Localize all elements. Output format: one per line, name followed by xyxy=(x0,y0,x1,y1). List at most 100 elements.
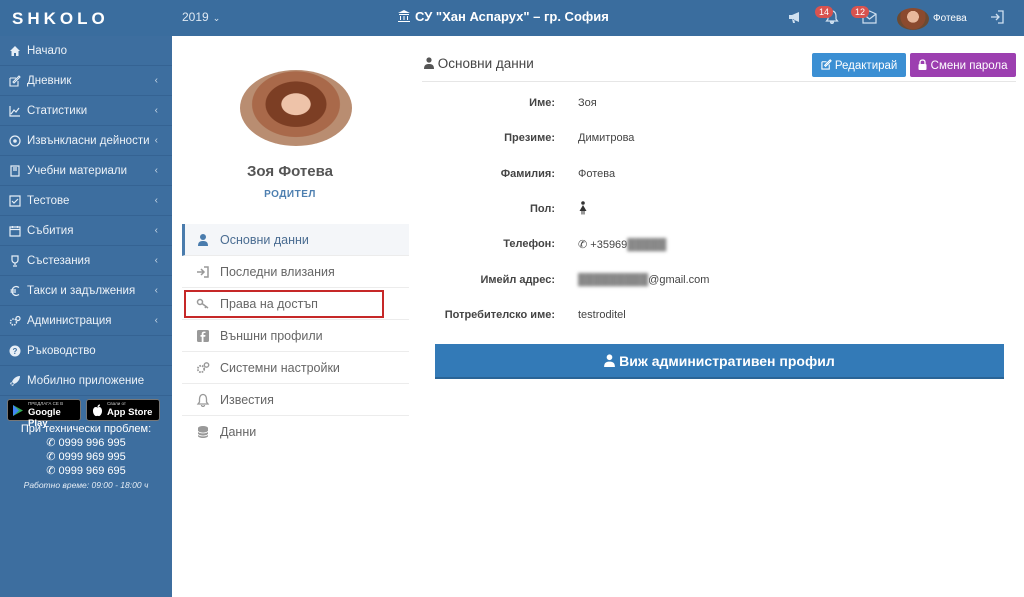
phone-number: 0999 969 995 xyxy=(58,451,126,463)
sidebar-item-events[interactable]: Събития ‹ xyxy=(0,216,172,246)
edit-icon xyxy=(9,74,21,87)
avatar[interactable] xyxy=(897,8,929,30)
phone-icon: ✆ xyxy=(46,437,56,449)
check-square-icon xyxy=(9,194,21,207)
sidebar-item-label: Извънкласни дейности xyxy=(27,134,150,147)
support-phone[interactable]: ✆ 0999 969 995 xyxy=(0,450,172,464)
field-value-middle-name: Димитрова xyxy=(578,132,635,144)
app-store-button[interactable]: Свали от App Store xyxy=(86,399,160,421)
support-title: При технически проблем: xyxy=(20,423,152,435)
home-icon xyxy=(10,45,20,56)
database-icon xyxy=(197,426,209,438)
sidebar-item-fees[interactable]: Такси и задължения ‹ xyxy=(0,276,172,306)
phone-icon: ✆ xyxy=(46,465,56,477)
sidebar-item-diary[interactable]: Дневник ‹ xyxy=(0,66,172,96)
sidebar-item-label: Учебни материали xyxy=(27,164,128,177)
profile-menu-label: Външни профили xyxy=(220,328,323,343)
sidebar-item-mobile-app[interactable]: Мобилно приложение xyxy=(0,366,172,396)
book-icon xyxy=(10,164,20,177)
sidebar-item-label: Администрация xyxy=(27,314,112,327)
chevron-left-icon: ‹ xyxy=(154,285,158,296)
sidebar-item-label: Тестове xyxy=(27,194,70,207)
chevron-left-icon: ‹ xyxy=(154,105,158,116)
phone-number: 0999 996 995 xyxy=(58,437,126,449)
sidebar-item-label: Начало xyxy=(27,44,68,57)
support-info: При технически проблем: ✆ 0999 996 995 ✆… xyxy=(0,422,172,492)
bell-icon xyxy=(196,393,210,407)
shkolo-logo[interactable]: SHKOLO xyxy=(12,7,162,29)
logout-icon[interactable] xyxy=(990,10,1004,24)
support-phone[interactable]: ✆ 0999 996 995 xyxy=(0,436,172,450)
profile-menu-label: Системни настройки xyxy=(220,360,340,375)
profile-menu-external-profiles[interactable]: Външни профили xyxy=(182,320,409,352)
sidebar-item-label: Такси и задължения xyxy=(27,284,136,297)
sidebar-item-tests[interactable]: Тестове ‹ xyxy=(0,186,172,216)
top-bar: SHKOLO 2019 ⌄ СУ "Хан Аспарух" – гр. Софи… xyxy=(0,0,1024,36)
section-title: Основни данни xyxy=(424,56,534,71)
sidebar-item-label: Събития xyxy=(27,224,74,237)
field-value-phone: ✆ +35969█████ xyxy=(578,238,666,251)
profile-menu-data[interactable]: Данни xyxy=(182,416,409,448)
sidebar-item-administration[interactable]: Администрация ‹ xyxy=(0,306,172,336)
chevron-left-icon: ‹ xyxy=(154,255,158,266)
sidebar-item-competitions[interactable]: Състезания ‹ xyxy=(0,246,172,276)
blurred-email: █████████ xyxy=(578,274,649,286)
profile-menu-label: Данни xyxy=(220,425,257,439)
sidebar-item-guide[interactable]: ? Ръководство xyxy=(0,336,172,366)
chart-icon xyxy=(9,105,20,117)
profile-menu-basic-data[interactable]: Основни данни xyxy=(182,224,409,256)
profile-menu-notifications[interactable]: Известия xyxy=(182,384,409,416)
sidebar-item-label: Дневник xyxy=(27,74,72,87)
profile-menu-label: Последни влизания xyxy=(220,264,335,279)
phone-prefix: +35969 xyxy=(590,239,628,251)
user-icon xyxy=(604,353,616,367)
profile-menu-label: Основни данни xyxy=(220,232,309,247)
cogs-icon xyxy=(196,361,210,373)
app-store-small-label: Свали от xyxy=(107,401,126,406)
bullhorn-icon[interactable] xyxy=(788,10,802,24)
chevron-left-icon: ‹ xyxy=(154,75,158,86)
rocket-icon xyxy=(10,375,20,386)
field-label-middle-name: Презиме: xyxy=(504,132,555,144)
section-divider xyxy=(422,81,1016,82)
sidebar-item-materials[interactable]: Учебни материали ‹ xyxy=(0,156,172,186)
field-value-first-name: Зоя xyxy=(578,97,597,109)
profile-menu-last-logins[interactable]: Последни влизания xyxy=(182,256,409,288)
app-store-label: App Store xyxy=(107,407,153,418)
google-play-button[interactable]: ПРЕДЛАГА СЕ В Google Play xyxy=(7,399,81,429)
svg-text:SHKOLO: SHKOLO xyxy=(12,9,109,28)
field-label-email: Имейл адрес: xyxy=(480,274,555,286)
edit-button-label: Редактирай xyxy=(834,59,898,72)
year-selector[interactable]: 2019 ⌄ xyxy=(182,10,220,24)
app-store-badges: ПРЕДЛАГА СЕ В Google Play Свали от App S… xyxy=(7,399,162,429)
chevron-left-icon: ‹ xyxy=(154,165,158,176)
sidebar-item-statistics[interactable]: Статистики ‹ xyxy=(0,96,172,126)
field-value-last-name: Фотева xyxy=(578,168,616,180)
highlight-box xyxy=(184,290,384,318)
blurred-phone: █████ xyxy=(627,239,667,251)
profile-menu-system-settings[interactable]: Системни настройки xyxy=(182,352,409,384)
field-value-username: testroditel xyxy=(578,309,626,321)
trophy-icon xyxy=(11,254,19,267)
admin-profile-button[interactable]: Виж административен профил xyxy=(435,344,1004,379)
change-password-button[interactable]: Смени парола xyxy=(910,53,1016,77)
sidebar-item-label: Състезания xyxy=(27,254,91,267)
facebook-icon xyxy=(197,329,209,342)
phone-icon: ✆ xyxy=(46,451,56,463)
profile-photo xyxy=(240,70,352,146)
messages-badge: 12 xyxy=(851,6,870,18)
cogs-icon xyxy=(9,315,21,326)
user-name[interactable]: Фотева xyxy=(933,13,967,24)
support-phone[interactable]: ✆ 0999 969 695 xyxy=(0,464,172,478)
field-label-last-name: Фамилия: xyxy=(500,168,555,180)
question-icon: ? xyxy=(9,345,21,356)
sidebar-item-label: Статистики xyxy=(27,104,88,117)
edit-button[interactable]: Редактирай xyxy=(812,53,906,77)
google-play-icon xyxy=(13,405,23,416)
chevron-down-icon: ⌄ xyxy=(212,13,221,23)
profile-role: РОДИТЕЛ xyxy=(264,189,316,200)
sidebar-item-extracurricular[interactable]: Извънкласни дейности ‹ xyxy=(0,126,172,156)
chevron-left-icon: ‹ xyxy=(154,135,158,146)
sidebar-item-home[interactable]: Начало xyxy=(0,36,172,66)
profile-menu-label: Известия xyxy=(220,392,274,407)
